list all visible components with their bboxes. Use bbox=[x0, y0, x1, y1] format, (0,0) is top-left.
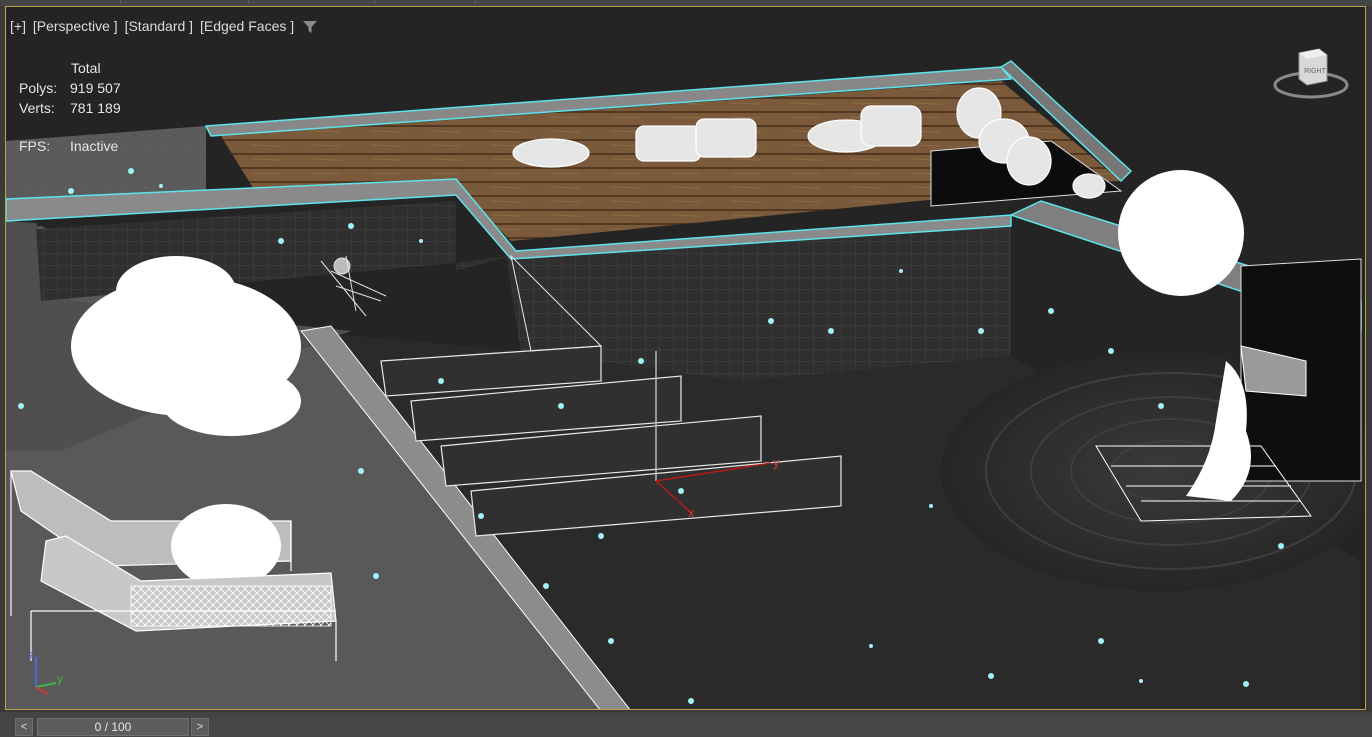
timeline-track[interactable] bbox=[210, 718, 1372, 736]
filter-icon[interactable] bbox=[302, 19, 318, 35]
viewcube-face-label: RIGHT bbox=[1304, 68, 1327, 75]
tab-divider bbox=[248, 0, 249, 4]
shrub-round bbox=[1118, 170, 1244, 296]
polys-label: Polys: bbox=[19, 80, 58, 96]
view-type-menu[interactable]: [Perspective ] bbox=[33, 18, 118, 34]
tab-divider bbox=[120, 0, 121, 4]
edged-faces-menu[interactable]: [Edged Faces ] bbox=[200, 18, 294, 34]
viewport-plus-menu[interactable]: [+] bbox=[10, 18, 26, 34]
verts-value: 781 189 bbox=[70, 100, 121, 116]
fps-overlay: FPS: Inactive bbox=[19, 138, 118, 154]
viewport-label-menu[interactable]: [+] [Perspective ] [Standard ] [Edged Fa… bbox=[10, 18, 297, 34]
axis-tripod-icon: y x z bbox=[29, 650, 63, 695]
tripod-axis-x: x bbox=[44, 687, 49, 695]
fps-label: FPS: bbox=[19, 138, 51, 154]
verts-label: Verts: bbox=[19, 100, 55, 116]
verts-row: Verts: 781 189 bbox=[19, 98, 121, 118]
tripod-axis-z: z bbox=[29, 650, 34, 661]
gizmo-axis-y: y bbox=[773, 455, 780, 470]
gizmo-axis-x: x bbox=[688, 505, 695, 520]
next-frame-button[interactable]: > bbox=[191, 718, 209, 736]
timeline-bar: < 0 / 100 > bbox=[0, 712, 1372, 737]
shading-mode-menu[interactable]: [Standard ] bbox=[125, 18, 194, 34]
viewcube-icon[interactable]: RIGHT bbox=[1271, 45, 1351, 105]
fps-value: Inactive bbox=[70, 138, 119, 154]
lounge-mesh bbox=[130, 585, 332, 627]
stats-header: Total bbox=[71, 60, 101, 76]
prev-frame-button[interactable]: < bbox=[15, 718, 33, 736]
polys-value: 919 507 bbox=[70, 80, 121, 96]
polys-row: Polys: 919 507 bbox=[19, 78, 121, 98]
statistics-overlay: Total Polys: 919 507 Verts: 781 189 bbox=[19, 58, 121, 118]
tripod-axis-y: y bbox=[57, 672, 63, 686]
scene-render[interactable]: y x bbox=[6, 7, 1366, 710]
time-slider[interactable]: 0 / 100 bbox=[37, 718, 189, 736]
perspective-viewport[interactable]: y x [+] [Perspective ] [Standard ] [Edge… bbox=[5, 6, 1366, 710]
tab-divider bbox=[374, 0, 375, 4]
tab-divider bbox=[475, 0, 476, 4]
